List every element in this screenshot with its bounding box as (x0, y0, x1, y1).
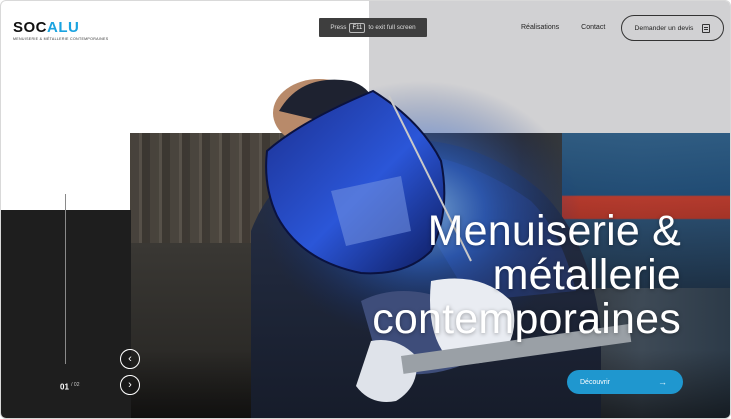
chevron-left-icon: ‹ (128, 353, 132, 365)
logo-wordmark: SOCALU (13, 19, 108, 36)
nav-link-realisations[interactable]: Réalisations (521, 24, 559, 31)
fullscreen-hint-prefix: Press (330, 24, 347, 31)
arrow-right-icon: → (658, 377, 667, 387)
fullscreen-key: F11 (349, 22, 366, 33)
headline-line-1: Menuiserie & (427, 207, 681, 255)
brand-logo[interactable]: SOCALU MENUISERIE & MÉTALLERIE CONTEMPOR… (13, 19, 108, 41)
logo-part-alu: ALU (47, 19, 80, 36)
slide-total: 02 (73, 382, 80, 388)
headline-line-3: contemporaines (372, 295, 681, 343)
nav-link-contact[interactable]: Contact (581, 24, 605, 31)
discover-button[interactable]: Découvrir → (567, 370, 683, 394)
headline-line-2: métallerie (492, 251, 681, 299)
slide-current: 01 (60, 382, 69, 392)
logo-part-soc: SOC (13, 19, 48, 36)
slider-next-button[interactable]: › (120, 375, 140, 395)
request-quote-button[interactable]: Demander un devis (621, 15, 724, 41)
request-quote-label: Demander un devis (634, 24, 694, 32)
slider-prev-button[interactable]: ‹ (120, 349, 140, 369)
discover-label: Découvrir (580, 378, 610, 386)
chevron-right-icon: › (128, 379, 132, 391)
main-nav: Réalisations Contact (521, 24, 605, 31)
workshop-shelf (130, 133, 280, 243)
slide-total-wrap: / 02 (71, 382, 79, 388)
fullscreen-hint: Press F11 to exit full screen (319, 18, 427, 37)
fullscreen-hint-suffix: to exit full screen (368, 24, 416, 31)
slide-counter: 01 / 02 (60, 382, 79, 392)
page-frame: SOCALU MENUISERIE & MÉTALLERIE CONTEMPOR… (0, 0, 731, 419)
slider-progress-line (65, 194, 66, 364)
logo-tagline: MENUISERIE & MÉTALLERIE CONTEMPORAINES (13, 37, 109, 41)
slide-separator: / (71, 382, 73, 388)
document-edit-icon (702, 23, 711, 33)
hero-headline: Menuiserie & métallerie contemporaines (301, 209, 681, 341)
